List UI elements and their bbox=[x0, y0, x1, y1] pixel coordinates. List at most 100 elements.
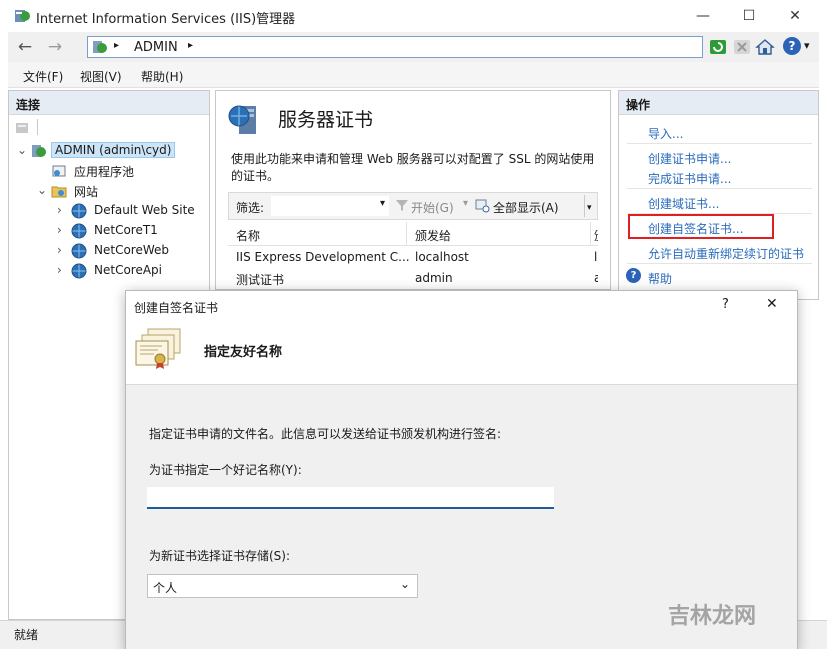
certificate-icon bbox=[134, 327, 184, 374]
dialog-description: 指定证书申请的文件名。此信息可以发送给证书颁发机构进行签名: bbox=[149, 427, 502, 441]
help-dropdown[interactable]: ▾ bbox=[804, 39, 810, 52]
action-help[interactable]: 帮助 bbox=[648, 270, 672, 287]
actions-divider bbox=[627, 263, 812, 264]
cell-name: IIS Express Development C... bbox=[236, 250, 410, 264]
actions-header: 操作 bbox=[619, 91, 818, 115]
dialog-title: 创建自签名证书 bbox=[134, 301, 219, 315]
maximize-button[interactable]: ☐ bbox=[726, 0, 772, 32]
friendly-name-label: 为证书指定一个好记名称(Y): bbox=[149, 463, 302, 477]
app-pool-icon bbox=[51, 163, 67, 182]
show-all-icon bbox=[475, 198, 490, 216]
iis-app-icon bbox=[14, 7, 32, 28]
tree-item-label: 应用程序池 bbox=[74, 165, 135, 179]
globe-icon bbox=[71, 223, 87, 242]
menu-bar: 文件(F) 视图(V) 帮助(H) bbox=[8, 62, 819, 88]
title-bar: Internet Information Services (IIS)管理器 —… bbox=[0, 0, 827, 32]
close-button[interactable]: ✕ bbox=[772, 0, 818, 32]
dialog-header: 创建自签名证书 ? ✕ 指定友好名称 bbox=[126, 291, 797, 385]
home-icon[interactable] bbox=[755, 37, 775, 60]
tree-item[interactable]: › NetCoreWeb bbox=[9, 241, 207, 261]
table-header: 名称 ^ 颁发给 颁 bbox=[228, 222, 598, 246]
minimize-button[interactable]: — bbox=[680, 0, 726, 32]
watermark: 吉林龙网 bbox=[668, 604, 757, 629]
connect-icon[interactable] bbox=[15, 121, 31, 138]
chevron-down-icon: ▾ bbox=[379, 198, 385, 209]
action-complete-request[interactable]: 完成证书申请... bbox=[648, 170, 731, 187]
tree-item[interactable]: ⌄ ADMIN (admin\cyd) bbox=[9, 141, 207, 161]
refresh-icon[interactable] bbox=[709, 38, 727, 59]
column-divider bbox=[406, 222, 407, 246]
column-name[interactable]: 名称 bbox=[236, 227, 260, 244]
friendly-name-input[interactable] bbox=[147, 487, 554, 509]
column-issuer[interactable]: 颁 bbox=[594, 227, 598, 244]
action-auto-rebind[interactable]: 允许自动重新绑定续订的证书 bbox=[648, 245, 804, 262]
table-row[interactable]: 测试证书 admin a bbox=[228, 268, 598, 288]
tree-item[interactable]: ⌄ 网站 bbox=[9, 181, 207, 201]
chevron-right-icon[interactable]: › bbox=[57, 203, 62, 217]
cell-issued-to: localhost bbox=[415, 250, 469, 264]
start-dropdown-icon[interactable]: ▾ bbox=[463, 198, 468, 209]
tree-item-label: NetCoreT1 bbox=[94, 223, 158, 237]
actions-pane: 操作 导入... 创建证书申请... 完成证书申请... 创建域证书... 创建… bbox=[618, 90, 819, 300]
toolbar-overflow-icon[interactable]: ▾ bbox=[587, 203, 592, 213]
dialog-close-button[interactable]: ✕ bbox=[766, 296, 778, 312]
column-issued-to[interactable]: 颁发给 bbox=[415, 227, 451, 244]
forward-button[interactable]: → bbox=[42, 36, 68, 58]
menu-view[interactable]: 视图(V) bbox=[80, 68, 122, 85]
actions-divider bbox=[627, 143, 812, 144]
address-separator-end: ▸ bbox=[188, 40, 194, 51]
server-icon bbox=[92, 39, 108, 58]
tree-item[interactable]: 应用程序池 bbox=[9, 161, 207, 181]
page-description-line2: 的证书。 bbox=[231, 169, 280, 183]
globe-icon bbox=[71, 263, 87, 282]
column-divider bbox=[590, 222, 591, 246]
action-create-self-signed[interactable]: 创建自签名证书... bbox=[648, 220, 743, 237]
help-button[interactable]: ? bbox=[783, 37, 801, 55]
tree-item-label: NetCoreApi bbox=[94, 263, 162, 277]
server-icon bbox=[31, 143, 47, 162]
connections-toolbar bbox=[13, 119, 205, 137]
cell-name: 测试证书 bbox=[236, 273, 285, 287]
chevron-down-icon[interactable]: ⌄ bbox=[17, 143, 27, 157]
window-title: Internet Information Services (IIS)管理器 bbox=[36, 12, 296, 27]
action-create-request[interactable]: 创建证书申请... bbox=[648, 150, 731, 167]
tree-item[interactable]: › NetCoreApi bbox=[9, 261, 207, 281]
chevron-down-icon[interactable]: ⌄ bbox=[37, 183, 47, 197]
address-text[interactable]: ADMIN bbox=[134, 40, 178, 55]
toolbar-divider bbox=[37, 119, 38, 135]
menu-help[interactable]: 帮助(H) bbox=[141, 68, 183, 85]
table-row[interactable]: IIS Express Development C... localhost l bbox=[228, 247, 598, 267]
connections-header: 连接 bbox=[9, 91, 209, 115]
action-create-domain-cert[interactable]: 创建域证书... bbox=[648, 195, 719, 212]
cell-issuer: a bbox=[594, 271, 598, 285]
filter-input[interactable]: ▾ bbox=[271, 196, 389, 216]
show-all-button[interactable]: 全部显示(A) bbox=[493, 199, 559, 216]
stop-icon[interactable] bbox=[733, 38, 751, 59]
cell-issuer: l bbox=[594, 250, 598, 264]
address-bar[interactable]: ▸ ADMIN ▸ bbox=[87, 36, 703, 58]
back-button[interactable]: ← bbox=[12, 36, 38, 58]
cert-store-label: 为新证书选择证书存储(S): bbox=[149, 549, 291, 563]
sort-ascending-icon: ^ bbox=[314, 222, 323, 229]
address-separator: ▸ bbox=[114, 40, 120, 51]
server-certificates-pane: 服务器证书 使用此功能来申请和管理 Web 服务器可以对配置了 SSL 的网站使… bbox=[215, 90, 611, 290]
tree-item[interactable]: › NetCoreT1 bbox=[9, 221, 207, 241]
chevron-right-icon[interactable]: › bbox=[57, 263, 62, 277]
chevron-right-icon[interactable]: › bbox=[57, 243, 62, 257]
dialog-subtitle: 指定友好名称 bbox=[204, 345, 283, 360]
action-import[interactable]: 导入... bbox=[648, 125, 683, 142]
cell-issued-to: admin bbox=[415, 271, 453, 285]
filter-start-button[interactable]: 开始(G) bbox=[411, 199, 454, 216]
dialog-help-button[interactable]: ? bbox=[722, 297, 729, 312]
cert-store-select[interactable]: 个人 ⌄ bbox=[147, 574, 418, 598]
page-description-line1: 使用此功能来申请和管理 Web 服务器可以对配置了 SSL 的网站使用 bbox=[231, 152, 595, 166]
tree-item-label: 网站 bbox=[74, 185, 99, 199]
filter-toolbar: 筛选: ▾ 开始(G) ▾ 全部显示(A) ▾ bbox=[228, 192, 598, 220]
chevron-right-icon[interactable]: › bbox=[57, 223, 62, 237]
menu-file[interactable]: 文件(F) bbox=[23, 68, 63, 85]
tree-item-label: NetCoreWeb bbox=[94, 243, 169, 257]
filter-start-icon bbox=[395, 198, 409, 215]
certificates-table: 名称 ^ 颁发给 颁 IIS Express Development C... … bbox=[228, 222, 598, 290]
tree-item[interactable]: › Default Web Site bbox=[9, 201, 207, 221]
actions-divider bbox=[627, 188, 812, 189]
